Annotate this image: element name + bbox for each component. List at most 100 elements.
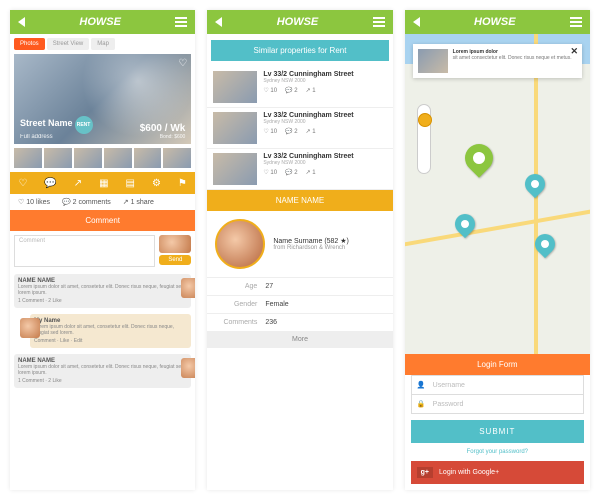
menu-icon[interactable] xyxy=(570,17,582,27)
comment-button[interactable]: Comment xyxy=(10,210,195,231)
map-pin[interactable] xyxy=(521,170,549,198)
login-header: Login Form xyxy=(405,354,590,375)
user-icon: 👤 xyxy=(417,381,433,389)
avatar xyxy=(20,318,40,338)
heart-icon[interactable]: ♡ xyxy=(18,178,27,189)
thumb[interactable] xyxy=(14,148,42,168)
listing-item[interactable]: Lv 33/2 Cunningham StreetSydney NSW 2000… xyxy=(207,149,392,190)
shares[interactable]: ↗ 1 xyxy=(306,87,316,94)
likes[interactable]: ♡ 10 xyxy=(263,169,277,176)
comments-count[interactable]: 💬 2 comments xyxy=(62,198,111,206)
screen-similar-profile: HOWSE Similar properties for Rent Lv 33/… xyxy=(207,10,392,490)
similar-banner: Similar properties for Rent xyxy=(211,40,388,61)
profile-field: Comments236 xyxy=(207,313,392,331)
thumb[interactable] xyxy=(104,148,132,168)
likes[interactable]: ♡ 10 xyxy=(263,87,277,94)
comment-body: Lorem ipsum dolor sit amet, consetetur e… xyxy=(18,284,187,296)
hero-photo[interactable]: ♡ Street NameRENT Full address $600 / Wk… xyxy=(14,54,191,144)
listing-sub: Sydney NSW 2000 xyxy=(263,160,386,166)
comment-meta[interactable]: Comment · Like · Edit xyxy=(34,338,187,344)
screen-property-detail: HOWSE Photos Street View Map ♡ Street Na… xyxy=(10,10,195,490)
likes[interactable]: ♡ 10 xyxy=(263,128,277,135)
tab-map[interactable]: Map xyxy=(91,38,115,50)
listing-title: Lv 33/2 Cunningham Street xyxy=(263,112,386,119)
comment-meta[interactable]: 1 Comment · 2 Like xyxy=(18,378,187,384)
likes-count[interactable]: ♡ 10 likes xyxy=(18,198,50,206)
bond: Bond: $600 xyxy=(140,134,186,140)
username-field[interactable]: 👤Username xyxy=(411,375,584,395)
menu-icon[interactable] xyxy=(175,17,187,27)
comment-input[interactable]: Comment xyxy=(14,235,155,267)
avatar xyxy=(159,235,191,253)
login-form: 👤Username 🔒Password xyxy=(405,375,590,414)
popup-body: sit amet consectetur elit. Donec risus n… xyxy=(453,55,572,61)
popup-photo xyxy=(418,49,448,73)
full-address: Full address xyxy=(20,134,93,140)
map-popup: Lorem ipsum dolor sit amet consectetur e… xyxy=(413,44,582,78)
comments[interactable]: 💬 2 xyxy=(285,169,297,176)
thumb[interactable] xyxy=(74,148,102,168)
profile-card: Name Surname (582 ★) from Richardson & W… xyxy=(207,211,392,277)
shares[interactable]: ↗ 1 xyxy=(306,169,316,176)
app-header: HOWSE xyxy=(405,10,590,34)
comments[interactable]: 💬 2 xyxy=(285,87,297,94)
profile-field: Age27 xyxy=(207,277,392,295)
more-button[interactable]: More xyxy=(207,331,392,348)
send-button[interactable]: Send xyxy=(159,255,191,265)
profile-rating: (582 ★) xyxy=(324,238,349,245)
thumb[interactable] xyxy=(134,148,162,168)
gear-icon[interactable]: ⚙ xyxy=(152,178,161,189)
comments[interactable]: 💬 2 xyxy=(285,128,297,135)
street-name: Street Name xyxy=(20,118,73,128)
avatar xyxy=(181,358,195,378)
comment-item: NAME NAME Lorem ipsum dolor sit amet, co… xyxy=(14,274,191,308)
password-field[interactable]: 🔒Password xyxy=(411,395,584,414)
submit-button[interactable]: SUBMIT xyxy=(411,420,584,443)
listing-item[interactable]: Lv 33/2 Cunningham StreetSydney NSW 2000… xyxy=(207,67,392,108)
thumb[interactable] xyxy=(163,148,191,168)
menu-icon[interactable] xyxy=(373,17,385,27)
googleplus-icon: g+ xyxy=(417,467,433,478)
profile-name: Name Surname xyxy=(273,238,322,245)
favorite-icon[interactable]: ♡ xyxy=(178,58,187,69)
tab-photos[interactable]: Photos xyxy=(14,38,45,50)
thumb[interactable] xyxy=(44,148,72,168)
map-pin-active[interactable] xyxy=(459,138,499,178)
tab-streetview[interactable]: Street View xyxy=(47,38,90,50)
rent-badge: RENT xyxy=(75,116,93,134)
comment-item-mine: My Name Lorem ipsum dolor sit amet, cons… xyxy=(30,314,191,348)
view-tabs: Photos Street View Map xyxy=(10,34,195,54)
back-icon[interactable] xyxy=(215,17,222,27)
share-icon[interactable]: ↗ xyxy=(74,178,82,189)
map-view[interactable]: Lorem ipsum dolor sit amet consectetur e… xyxy=(405,34,590,354)
shares[interactable]: ↗ 1 xyxy=(306,128,316,135)
profile-from: from Richardson & Wrench xyxy=(273,245,349,251)
listing-item[interactable]: Lv 33/2 Cunningham StreetSydney NSW 2000… xyxy=(207,108,392,149)
thumbnail-strip xyxy=(10,144,195,172)
grid-icon[interactable]: ▦ xyxy=(99,178,108,189)
action-bar: ♡ 💬 ↗ ▦ ▤ ⚙ ⚑ xyxy=(10,172,195,194)
shares-count[interactable]: ↗ 1 share xyxy=(123,198,154,206)
field-label: Gender xyxy=(215,301,265,308)
comment-meta[interactable]: 1 Comment · 2 Like xyxy=(18,298,187,304)
google-login-button[interactable]: g+Login with Google+ xyxy=(411,461,584,484)
listing-photo xyxy=(213,153,257,185)
back-icon[interactable] xyxy=(18,17,25,27)
forgot-link[interactable]: Forgot your password? xyxy=(405,449,590,455)
brand-title: HOWSE xyxy=(474,16,516,28)
lock-icon: 🔒 xyxy=(417,400,433,408)
chart-icon[interactable]: ▤ xyxy=(126,178,135,189)
field-label: Age xyxy=(215,283,265,290)
profile-photo[interactable] xyxy=(215,219,265,269)
back-icon[interactable] xyxy=(413,17,420,27)
zoom-slider[interactable] xyxy=(417,104,431,174)
close-icon[interactable]: ✕ xyxy=(570,46,578,57)
listing-sub: Sydney NSW 2000 xyxy=(263,119,386,125)
stats-row: ♡ 10 likes 💬 2 comments ↗ 1 share xyxy=(10,194,195,210)
screen-map-login: HOWSE Lorem ipsum dolor sit amet consect… xyxy=(405,10,590,490)
flag-icon[interactable]: ⚑ xyxy=(178,178,187,189)
chat-icon[interactable]: 💬 xyxy=(44,178,56,189)
comment-body: Lorem ipsum dolor sit amet, consetetur e… xyxy=(18,364,187,376)
brand-title: HOWSE xyxy=(277,16,319,28)
listing-title: Lv 33/2 Cunningham Street xyxy=(263,153,386,160)
